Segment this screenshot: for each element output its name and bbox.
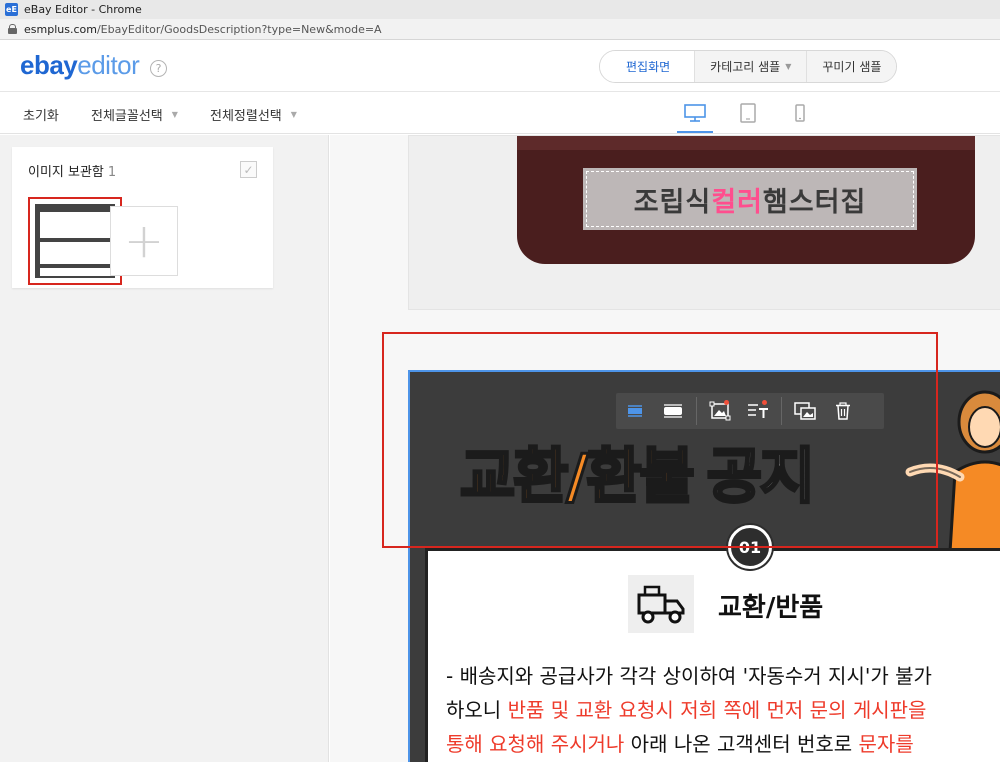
logo-secondary: editor [77, 50, 140, 80]
help-icon[interactable]: ? [150, 60, 167, 77]
editor-canvas: 조립식 컬러 햄스터집 교환/환불 공지 교환/반품 - 배송지와 공급사가 각각… [330, 135, 1000, 762]
delete-block-button[interactable] [824, 393, 862, 429]
tab-edit-view-label: 편집화면 [626, 60, 671, 74]
tab-category-sample-label: 카테고리 샘플 [710, 60, 781, 74]
align-wide-button[interactable] [654, 393, 692, 429]
card-line-1: - 배송지와 공급사가 각각 상이하여 '자동수거 지시'가 불가 [446, 664, 932, 688]
product-banner-block[interactable]: 조립식 컬러 햄스터집 [408, 135, 1000, 310]
tab-decoration-sample-label: 꾸미기 샘플 [822, 60, 882, 74]
select-all-checkbox[interactable]: ✓ [240, 161, 257, 178]
check-icon: ✓ [243, 162, 254, 177]
app-icon: eE [5, 3, 18, 16]
align-wide-icon [664, 404, 682, 418]
editor-toolbar: 초기화 전체글꼴선택 ▼ 전체정렬선택 ▼ [0, 92, 1000, 134]
align-full-button[interactable] [616, 393, 654, 429]
add-image-button[interactable]: + [110, 206, 178, 276]
tablet-icon [740, 103, 756, 123]
reset-button[interactable]: 초기화 [23, 105, 59, 124]
plus-icon: + [123, 213, 165, 269]
chevron-down-icon: ▼ [785, 62, 792, 71]
notice-title-white: 공지 [705, 441, 816, 514]
mode-tabs: 편집화면 카테고리 샘플 ▼ 꾸미기 샘플 [599, 50, 898, 83]
notice-title-colored: 교환/환불 [459, 441, 697, 514]
banner-text-prefix: 조립식 [633, 186, 712, 218]
banner-label: 조립식 컬러 햄스터집 [583, 168, 917, 230]
font-select-label: 전체글꼴선택 [91, 109, 163, 124]
card-line-2: 하오니 반품 및 교환 요청시 저희 쪽에 먼저 문의 게시판을 [446, 698, 927, 722]
logo-primary: ebay [20, 50, 78, 80]
tab-edit-view[interactable]: 편집화면 [600, 51, 695, 82]
app-header: ebayeditor ? 편집화면 카테고리 샘플 ▼ 꾸미기 샘플 [0, 40, 1000, 92]
url-path: /EbayEditor/GoodsDescription?type=New&mo… [96, 22, 382, 36]
notice-card: 교환/반품 - 배송지와 공급사가 각각 상이하여 '자동수거 지시'가 불가 … [425, 548, 1000, 762]
address-bar[interactable]: esmplus.com/EbayEditor/GoodsDescription?… [0, 19, 1000, 40]
step-badge: 01 [728, 525, 772, 569]
tab-decoration-sample[interactable]: 꾸미기 샘플 [806, 51, 897, 82]
window-title: eBay Editor - Chrome [24, 3, 142, 16]
delivery-truck-icon [628, 575, 694, 633]
notice-title: 교환/환불 공지 [459, 428, 817, 515]
block-floating-toolbar [616, 393, 884, 429]
desktop-view-button[interactable] [677, 102, 713, 133]
window-titlebar: eE eBay Editor - Chrome [0, 0, 1000, 19]
trash-icon [836, 402, 850, 420]
lock-icon [8, 24, 17, 34]
tab-category-sample[interactable]: 카테고리 샘플 ▼ [694, 51, 807, 82]
align-full-icon [628, 405, 642, 417]
tablet-view-button[interactable] [736, 102, 760, 124]
image-storage-card: 이미지 보관함 1 ✓ + [12, 147, 273, 288]
thumbnail-preview [35, 204, 115, 278]
image-replace-icon [794, 402, 816, 420]
card-heading: 교환/반품 [718, 593, 824, 623]
align-select-label: 전체정렬선택 [210, 109, 282, 124]
storage-count: 1 [107, 165, 117, 180]
desktop-icon [684, 104, 706, 122]
url-host: esmplus.com [24, 22, 97, 36]
chevron-down-icon: ▼ [290, 110, 297, 119]
ebay-editor-logo[interactable]: ebayeditor [20, 50, 140, 81]
banner-text-suffix: 햄스터집 [762, 186, 867, 218]
mobile-view-button[interactable] [788, 102, 812, 124]
left-panel: 이미지 보관함 1 ✓ + [0, 135, 329, 762]
image-edit-button[interactable] [701, 393, 739, 429]
card-line-3: 통해 요청해 주시거나 아래 나온 고객센터 번호로 문자를 [446, 732, 914, 756]
character-illustration [905, 390, 1000, 552]
stored-image-thumbnail[interactable] [28, 197, 122, 285]
storage-title-label: 이미지 보관함 [28, 165, 104, 180]
reset-label: 초기화 [23, 109, 59, 124]
storage-title: 이미지 보관함 1 [28, 161, 116, 180]
mobile-icon [795, 104, 805, 122]
card-body-text: - 배송지와 공급사가 각각 상이하여 '자동수거 지시'가 불가 하오니 반품… [446, 659, 1000, 761]
banner-text-highlight: 컬러 [711, 186, 763, 218]
font-select-dropdown[interactable]: 전체글꼴선택 ▼ [91, 105, 178, 124]
text-edit-button[interactable] [739, 393, 777, 429]
image-replace-button[interactable] [786, 393, 824, 429]
chevron-down-icon: ▼ [171, 110, 178, 119]
align-select-dropdown[interactable]: 전체정렬선택 ▼ [210, 105, 297, 124]
